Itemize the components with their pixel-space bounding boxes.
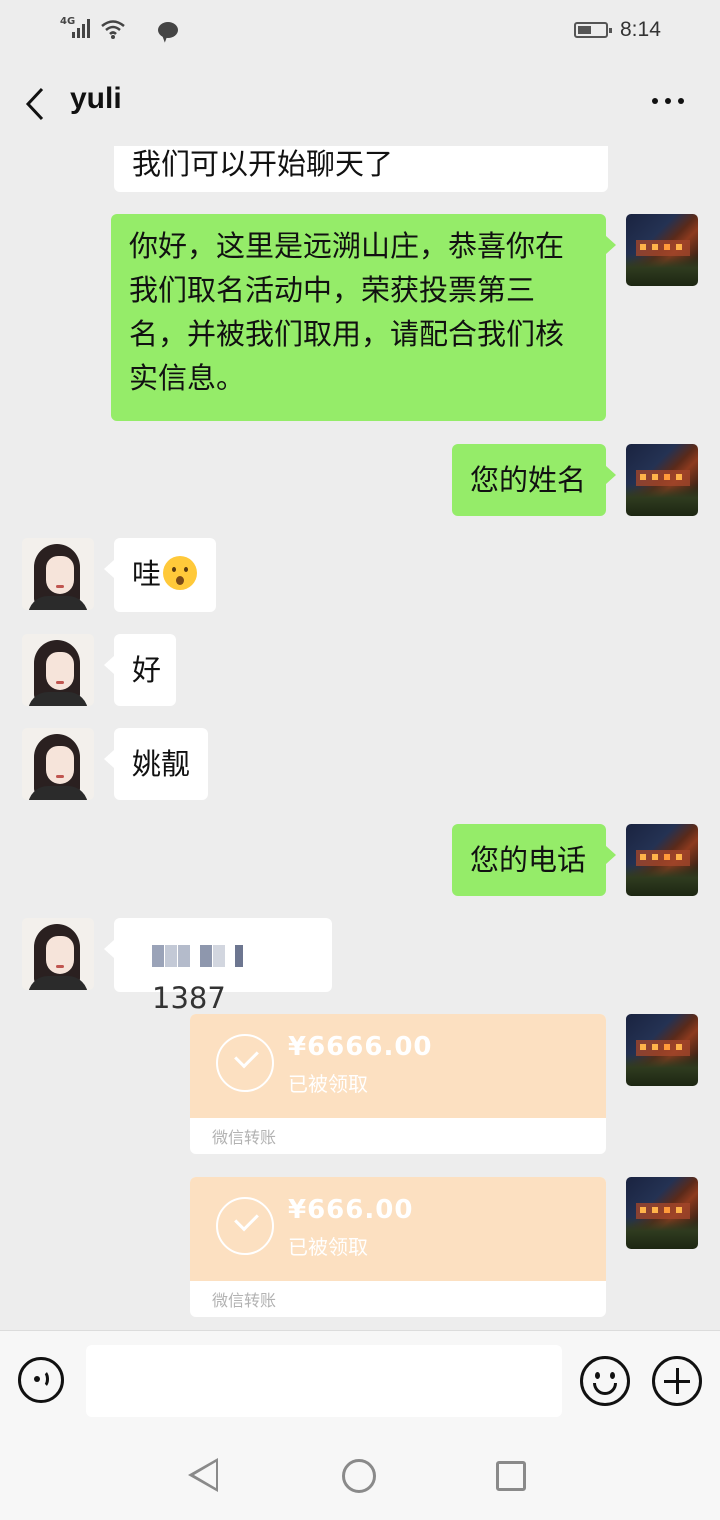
- contact-avatar[interactable]: [22, 538, 94, 610]
- transfer-card[interactable]: ¥6666.00 已被领取 微信转账: [190, 1014, 606, 1154]
- message-bubble[interactable]: 好: [104, 634, 176, 706]
- battery-icon: [574, 22, 612, 38]
- message-text: 哇: [132, 557, 162, 591]
- message-bubble[interactable]: 姚靓: [104, 728, 208, 800]
- redacted-digits: [235, 945, 243, 967]
- redacted-digits: [200, 945, 212, 967]
- transfer-amount: ¥666.00: [288, 1195, 414, 1225]
- nav-recent-apps-icon[interactable]: [496, 1461, 526, 1491]
- transfer-amount: ¥6666.00: [288, 1032, 433, 1062]
- message-text: 你好，这里是远溯山庄，恭喜你在我们取名活动中，荣获投票第三名，并被我们取用，请配…: [129, 229, 565, 395]
- check-circle-icon: [216, 1034, 274, 1092]
- wifi-icon: [101, 20, 125, 39]
- redacted-digits: [178, 945, 190, 967]
- my-avatar[interactable]: [626, 444, 698, 516]
- message-list[interactable]: 我们可以开始聊天了 你好，这里是远溯山庄，恭喜你在我们取名活动中，荣获投票第三名…: [0, 146, 720, 1330]
- contact-avatar[interactable]: [22, 918, 94, 990]
- my-avatar[interactable]: [626, 824, 698, 896]
- redacted-digits: [213, 945, 225, 967]
- back-icon[interactable]: [22, 86, 48, 122]
- message-text: 您的电话: [470, 843, 587, 877]
- clock: 8:14: [620, 18, 661, 41]
- message-text: 您的姓名: [470, 463, 587, 497]
- my-avatar[interactable]: [626, 214, 698, 286]
- contact-avatar[interactable]: [22, 634, 94, 706]
- message-text: 姚靓: [132, 747, 191, 781]
- contact-avatar[interactable]: [22, 728, 94, 800]
- input-bar: [0, 1330, 720, 1431]
- surprised-emoji-icon: [163, 556, 198, 590]
- redacted-digits: [165, 945, 177, 967]
- message-text: 好: [132, 653, 162, 687]
- chat-header: yuli: [0, 62, 720, 146]
- message-bubble[interactable]: 哇: [104, 538, 216, 612]
- emoji-picker-icon[interactable]: [580, 1356, 630, 1406]
- message-input[interactable]: [86, 1345, 562, 1417]
- chat-title: yuli: [70, 82, 122, 115]
- signal-icon: [72, 18, 94, 38]
- message-bubble[interactable]: 您的电话: [452, 824, 616, 896]
- voice-input-icon[interactable]: [18, 1357, 64, 1403]
- transfer-status: 已被领取: [288, 1235, 368, 1259]
- transfer-status: 已被领取: [288, 1072, 368, 1096]
- status-bar: 4G 8:14: [0, 0, 720, 62]
- message-bubble[interactable]: 您的姓名: [452, 444, 616, 516]
- message-text: 我们可以开始聊天了: [132, 147, 394, 181]
- system-nav-bar: [0, 1430, 720, 1520]
- nav-home-icon[interactable]: [342, 1459, 376, 1493]
- my-avatar[interactable]: [626, 1177, 698, 1249]
- more-actions-icon[interactable]: [652, 1356, 702, 1406]
- redacted-digits: [152, 945, 164, 967]
- message-bubble[interactable]: 我们可以开始聊天了: [114, 146, 608, 192]
- nav-back-icon[interactable]: [188, 1458, 218, 1492]
- transfer-label: 微信转账: [212, 1291, 277, 1310]
- message-bubble[interactable]: 1387: [104, 918, 332, 1015]
- transfer-label: 微信转账: [212, 1128, 277, 1147]
- phone-suffix: 1387: [152, 981, 226, 1015]
- check-circle-icon: [216, 1197, 274, 1255]
- more-options-icon[interactable]: [648, 98, 688, 108]
- transfer-card[interactable]: ¥666.00 已被领取 微信转账: [190, 1177, 606, 1317]
- my-avatar[interactable]: [626, 1014, 698, 1086]
- message-bubble[interactable]: 你好，这里是远溯山庄，恭喜你在我们取名活动中，荣获投票第三名，并被我们取用，请配…: [111, 214, 616, 421]
- message-notification-icon: [158, 22, 178, 38]
